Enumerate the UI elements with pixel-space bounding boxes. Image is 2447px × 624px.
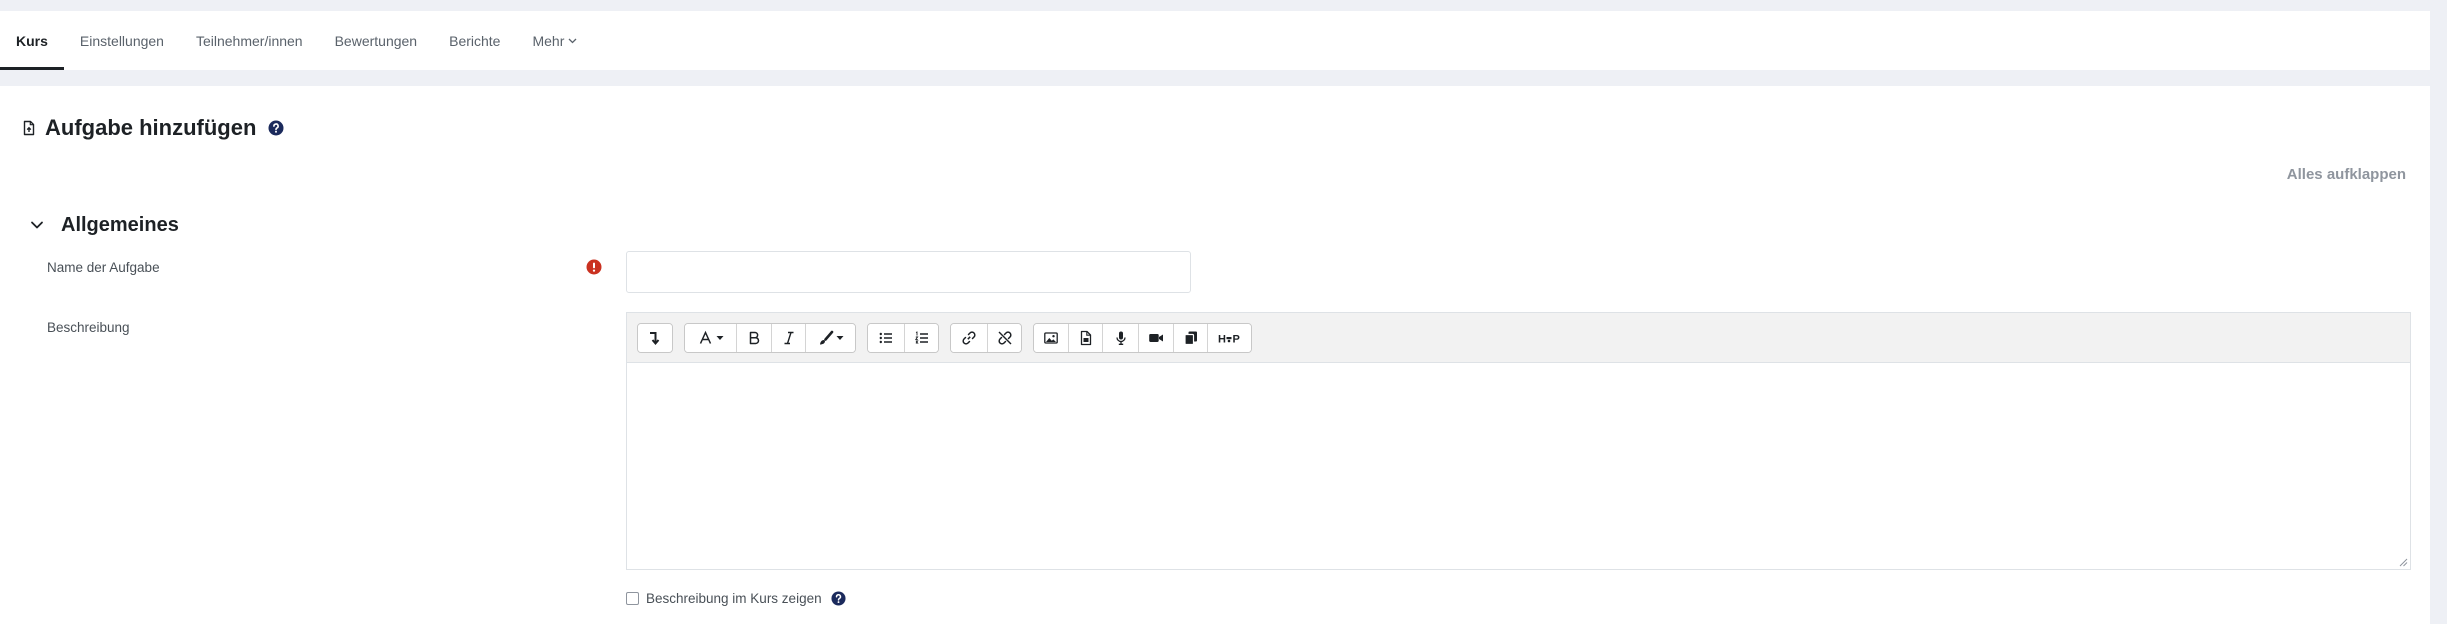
name-field-label: Name der Aufgabe <box>47 260 160 275</box>
tab-settings[interactable]: Einstellungen <box>64 11 180 70</box>
section-title: Allgemeines <box>61 214 179 236</box>
help-icon[interactable] <box>268 120 284 136</box>
video-icon <box>1148 330 1164 346</box>
tab-more[interactable]: Mehr <box>516 11 593 70</box>
resize-handle-icon[interactable] <box>2398 557 2408 567</box>
tab-course[interactable]: Kurs <box>0 11 64 70</box>
font-style-button[interactable] <box>685 323 736 352</box>
toolbar-group <box>950 322 1022 353</box>
show-description-checkbox[interactable] <box>626 591 639 605</box>
tab-reports[interactable]: Berichte <box>433 11 516 70</box>
microphone-icon <box>1113 330 1129 346</box>
tab-label: Einstellungen <box>79 32 164 49</box>
page-header: Aufgabe hinzufügen <box>22 115 284 141</box>
chevron-down-icon <box>568 38 577 44</box>
help-icon[interactable] <box>831 590 846 606</box>
h5p-button[interactable]: H P <box>1207 323 1251 352</box>
show-description-row: Beschreibung im Kurs zeigen <box>626 590 846 606</box>
assignment-icon <box>22 120 36 136</box>
unordered-list-icon <box>878 330 894 346</box>
microphone-button[interactable] <box>1102 323 1138 352</box>
editor-content-area[interactable] <box>627 363 2410 568</box>
caret-down-icon <box>716 335 724 341</box>
tab-label: Kurs <box>16 32 48 49</box>
h5p-icon: H P <box>1217 330 1243 346</box>
caret-down-icon <box>836 335 844 341</box>
chevron-down-icon <box>29 217 45 233</box>
bold-icon <box>746 330 762 346</box>
tab-grades[interactable]: Bewertungen <box>319 11 434 70</box>
toolbar-group <box>637 322 673 353</box>
paint-brush-icon <box>818 330 834 346</box>
section-toggle-general[interactable]: Allgemeines <box>29 211 179 239</box>
tab-label: Berichte <box>449 32 501 49</box>
link-button[interactable] <box>951 323 987 352</box>
tab-participants[interactable]: Teilnehmer/innen <box>180 11 319 70</box>
main-region: Aufgabe hinzufügen Alles aufklappen Allg… <box>0 86 2430 624</box>
required-icon <box>586 259 602 275</box>
manage-files-icon <box>1183 330 1199 346</box>
page-title: Aufgabe hinzufügen <box>45 115 257 140</box>
video-button[interactable] <box>1138 323 1173 352</box>
nav-tabs: Kurs Einstellungen Teilnehmer/innen Bewe… <box>0 11 2430 70</box>
toolbar-group: H P <box>1033 322 1252 353</box>
name-field[interactable] <box>626 251 1191 293</box>
italic-button[interactable] <box>771 323 805 352</box>
italic-icon <box>781 330 797 346</box>
tab-label: Bewertungen <box>334 32 418 49</box>
show-more-button[interactable] <box>638 323 672 352</box>
bold-button[interactable] <box>736 323 771 352</box>
toolbar-group <box>867 322 939 353</box>
show-more-icon <box>647 330 663 346</box>
unlink-button[interactable] <box>987 323 1021 352</box>
description-editor: H P <box>626 312 2411 570</box>
tab-label: Mehr <box>532 32 565 49</box>
secondary-navigation: Kurs Einstellungen Teilnehmer/innen Bewe… <box>0 11 2430 70</box>
expand-all-link[interactable]: Alles aufklappen <box>2287 166 2406 183</box>
description-field-label: Beschreibung <box>47 320 130 335</box>
editor-toolbar: H P <box>627 313 2410 363</box>
link-icon <box>961 330 977 346</box>
paint-brush-button[interactable] <box>805 323 855 352</box>
svg-text:P: P <box>1232 333 1239 345</box>
unordered-list-button[interactable] <box>868 323 904 352</box>
tab-label: Teilnehmer/innen <box>195 32 303 49</box>
svg-text:H: H <box>1218 333 1226 345</box>
image-button[interactable] <box>1034 323 1068 352</box>
toolbar-group <box>684 322 856 353</box>
manage-files-button[interactable] <box>1173 323 1207 352</box>
image-icon <box>1043 330 1059 346</box>
unlink-icon <box>997 330 1013 346</box>
media-file-button[interactable] <box>1068 323 1102 352</box>
ordered-list-button[interactable] <box>904 323 938 352</box>
media-file-icon <box>1078 330 1094 346</box>
ordered-list-icon <box>914 330 930 346</box>
font-style-icon <box>698 330 714 346</box>
show-description-label[interactable]: Beschreibung im Kurs zeigen <box>646 591 822 606</box>
